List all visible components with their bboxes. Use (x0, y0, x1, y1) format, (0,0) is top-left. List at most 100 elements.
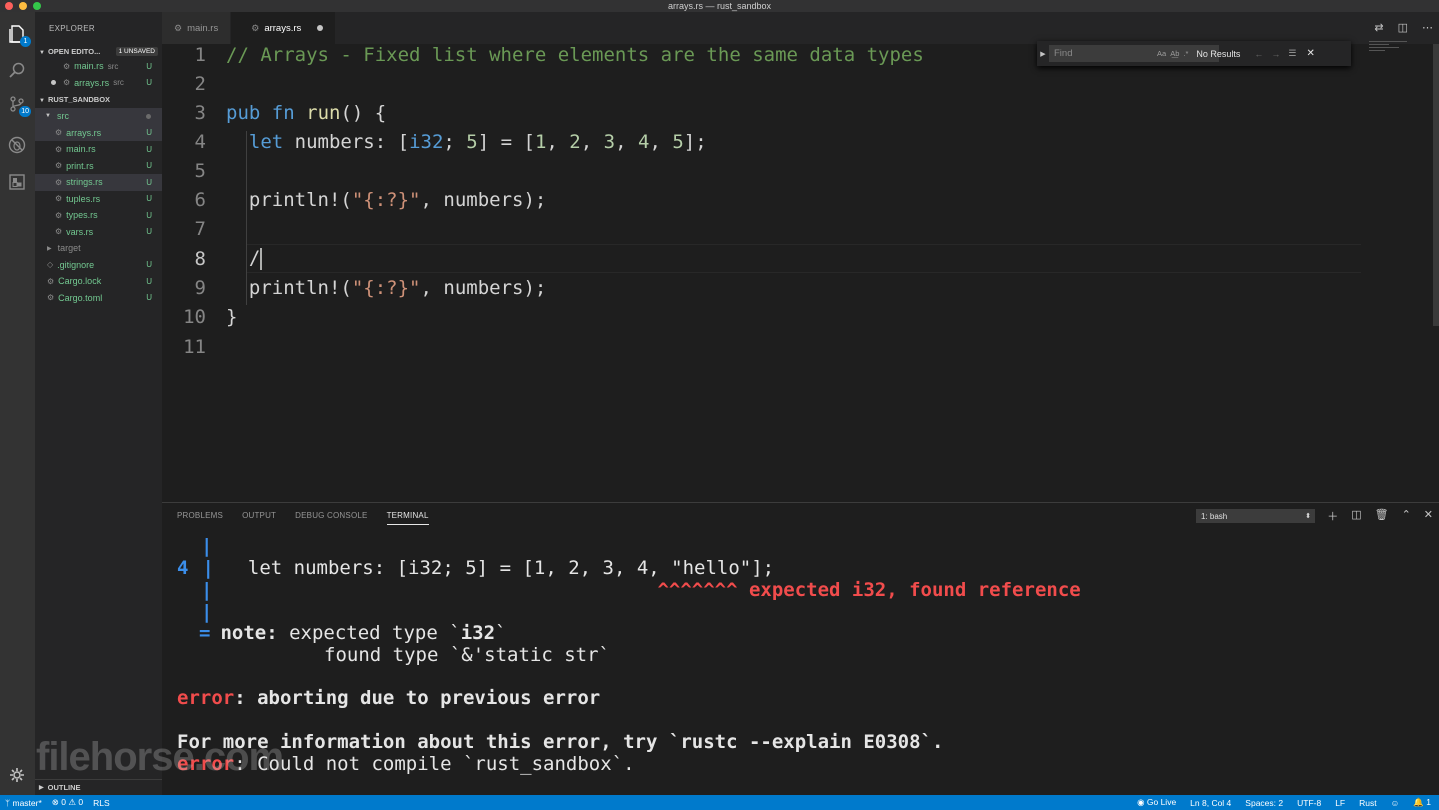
minimap[interactable] (1369, 41, 1409, 55)
find-in-selection-icon[interactable]: ☰ (1288, 48, 1296, 59)
term-gutter: | (201, 535, 213, 557)
search-icon[interactable] (6, 59, 28, 81)
maximize-window-button[interactable] (33, 2, 41, 10)
branch-status[interactable]: ᛘ master* (5, 798, 42, 808)
file-strings[interactable]: ⚙ strings.rs U (35, 174, 162, 191)
rust-file-icon: ⚙ (55, 144, 63, 154)
term-gutter: | (201, 601, 213, 623)
open-editors-header[interactable]: ▼ OPEN EDITO... 1 UNSAVED (35, 44, 162, 58)
toggle-replace-icon[interactable]: ▶ (1037, 50, 1049, 58)
term-line-note: = note: expected type ` i32 ` (199, 622, 507, 644)
end-of-line[interactable]: LF (1335, 798, 1345, 808)
sidebar-title: EXPLORER (49, 23, 95, 33)
bottom-panel: PROBLEMS OUTPUT DEBUG CONSOLE TERMINAL 1… (162, 502, 1439, 795)
close-icon[interactable]: ✕ (1424, 508, 1433, 524)
open-editor-main[interactable]: ⚙ main.rs src U (35, 58, 162, 75)
term-line-more: For more information about this error, t… (177, 731, 944, 753)
file-cargo-lock[interactable]: ⚙ Cargo.lock U (35, 273, 162, 290)
regex-icon[interactable]: .* (1183, 49, 1188, 58)
rust-file-icon: ⚙ (174, 22, 183, 33)
folder-src[interactable]: ▼ src (35, 108, 162, 125)
code-line-9: 9 println!("{:?}", numbers); (194, 276, 547, 299)
code-line-2: 2 (194, 72, 206, 95)
rust-file-icon: ⚙ (251, 22, 260, 33)
editor-scrollbar[interactable] (1433, 44, 1439, 326)
scm-badge: 10 (19, 106, 31, 117)
find-result-count: No Results (1196, 48, 1241, 59)
term-line-found: found type `&'static str` (324, 644, 610, 666)
rust-file-icon: ⚙ (55, 128, 63, 138)
source-control-icon[interactable]: 10 (6, 93, 31, 117)
project-header[interactable]: ▼ RUST_SANDBOX (35, 92, 162, 106)
maximize-panel-icon[interactable]: ⌃ (1402, 508, 1411, 524)
file-cargo-toml[interactable]: ⚙ Cargo.toml U (35, 290, 162, 307)
encoding[interactable]: UTF-8 (1297, 798, 1321, 808)
feedback-icon[interactable]: ☺ (1391, 798, 1400, 808)
close-window-button[interactable] (5, 2, 13, 10)
tab-debug-console[interactable]: DEBUG CONSOLE (295, 511, 367, 525)
next-match-icon[interactable]: → (1271, 49, 1280, 59)
rls-status[interactable]: RLS (93, 798, 110, 808)
more-actions-icon[interactable]: ⋯ (1422, 21, 1433, 34)
status-bar: ᛘ master* ⊗ 0 ⚠ 0 RLS ◉ Go Live Ln 8, Co… (0, 795, 1439, 810)
file-arrays[interactable]: ⚙ arrays.rs U (35, 124, 162, 141)
add-terminal-icon[interactable]: ＋ (1327, 508, 1338, 524)
code-line-6: 6 println!("{:?}", numbers); (194, 188, 547, 211)
lock-file-icon: ⚙ (47, 276, 55, 286)
open-changes-icon[interactable]: ⇄ (1374, 21, 1383, 34)
file-print[interactable]: ⚙ print.rs U (35, 158, 162, 175)
trash-icon[interactable]: 🗑 (1375, 508, 1389, 524)
file-tuples[interactable]: ⚙ tuples.rs U (35, 191, 162, 208)
find-input[interactable] (1049, 45, 1219, 62)
rust-file-icon: ⚙ (55, 161, 63, 171)
unsaved-dot-icon[interactable] (317, 25, 324, 31)
code-line-10: 10 } (183, 305, 238, 328)
tab-problems[interactable]: PROBLEMS (177, 511, 223, 525)
window-controls (5, 2, 41, 10)
rust-file-icon: ⚙ (55, 194, 63, 204)
terminal-select[interactable]: 1: bash ⬍ (1196, 509, 1315, 523)
cursor-position[interactable]: Ln 8, Col 4 (1190, 798, 1231, 808)
gear-icon[interactable] (6, 764, 28, 786)
file-main[interactable]: ⚙ main.rs U (35, 141, 162, 158)
code-editor[interactable]: 1 // Arrays - Fixed list where elements … (162, 44, 1439, 502)
file-gitignore[interactable]: ◇ .gitignore U (35, 257, 162, 274)
git-file-icon: ◇ (47, 260, 54, 270)
open-editor-arrays[interactable]: ⚙ arrays.rs src U (35, 75, 162, 92)
chevron-right-icon: ▶ (39, 785, 44, 791)
close-icon[interactable]: ✕ (1306, 48, 1314, 59)
chevron-updown-icon: ⬍ (1305, 513, 1311, 520)
split-terminal-icon[interactable]: ◫ (1351, 508, 1361, 524)
problems-status[interactable]: ⊗ 0 ⚠ 0 (52, 797, 83, 808)
previous-match-icon[interactable]: ← (1254, 49, 1263, 59)
explorer-icon[interactable]: 1 (6, 23, 31, 47)
whole-word-icon[interactable]: A͟b (1170, 49, 1179, 58)
folder-target[interactable]: ▶ target (35, 240, 162, 257)
go-live-button[interactable]: ◉ Go Live (1137, 797, 1176, 808)
rust-file-icon: ⚙ (63, 78, 71, 88)
minimize-window-button[interactable] (19, 2, 27, 10)
outline-header[interactable]: ▶ OUTLINE (35, 779, 162, 795)
text-cursor (260, 247, 263, 270)
debug-icon[interactable] (6, 134, 28, 156)
tab-terminal[interactable]: TERMINAL (386, 511, 429, 525)
indentation[interactable]: Spaces: 2 (1245, 798, 1283, 808)
split-editor-icon[interactable]: ◫ (1398, 21, 1408, 34)
chevron-right-icon: ▶ (47, 245, 52, 252)
error-icon: ⊗ (51, 797, 59, 807)
chevron-down-icon: ▼ (39, 49, 45, 56)
file-vars[interactable]: ⚙ vars.rs U (35, 224, 162, 241)
notifications[interactable]: 🔔 1 (1413, 797, 1431, 808)
file-types[interactable]: ⚙ types.rs U (35, 207, 162, 224)
rust-file-icon: ⚙ (55, 227, 63, 237)
rust-file-icon: ⚙ (55, 177, 63, 187)
extensions-icon[interactable] (6, 171, 28, 193)
rust-file-icon: ⚙ (55, 210, 63, 220)
editor-actions: ⇄ ◫ ⋯ (1374, 21, 1433, 34)
panel-actions: ＋ ◫ 🗑 ⌃ ✕ (1327, 508, 1433, 524)
match-case-icon[interactable]: Aa (1157, 49, 1166, 58)
tab-output[interactable]: OUTPUT (242, 511, 276, 525)
language-mode[interactable]: Rust (1359, 798, 1376, 808)
git-branch-icon: ᛘ (5, 797, 11, 808)
code-line-11: 11 (183, 335, 206, 358)
